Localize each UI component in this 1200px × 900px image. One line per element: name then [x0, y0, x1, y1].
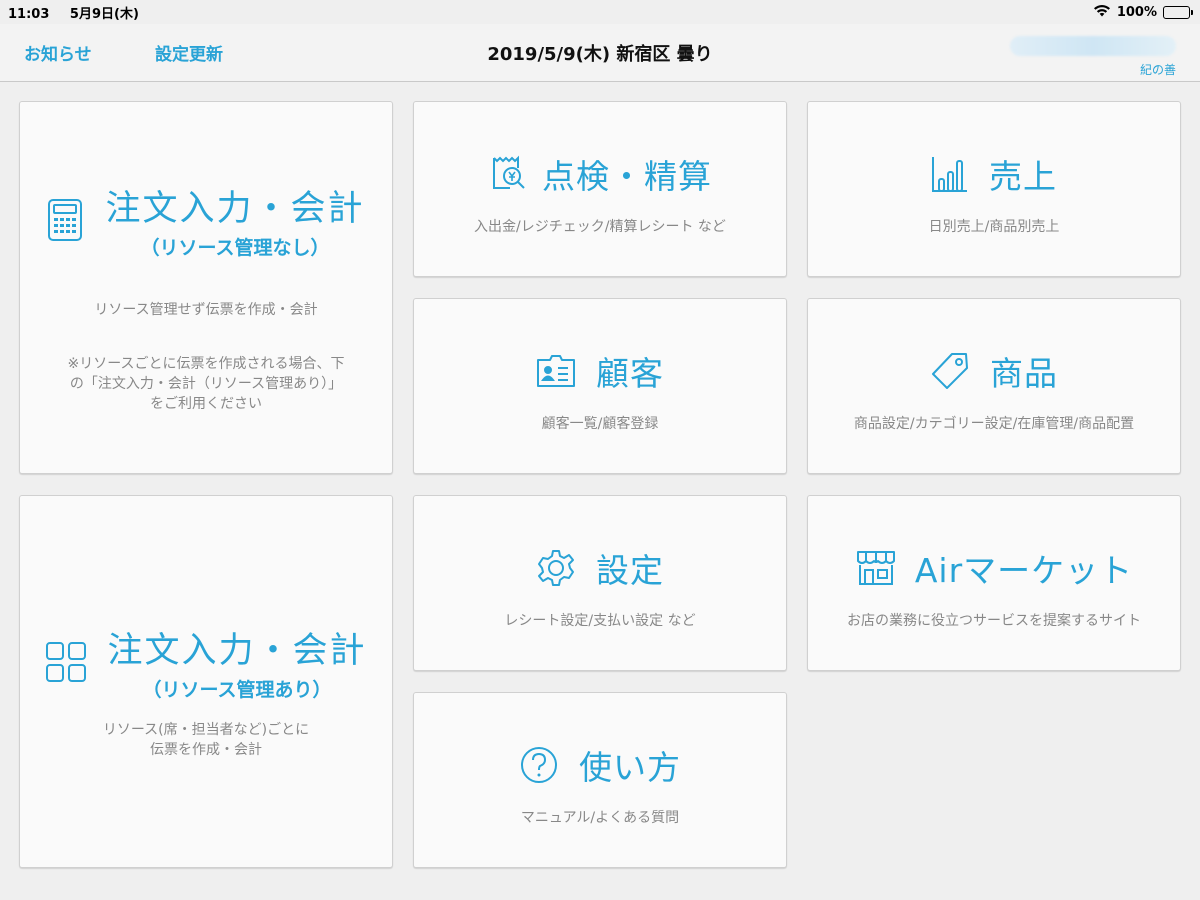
settings-desc: レシート設定/支払い設定 など — [504, 613, 696, 629]
order-no-resource-head: 注文入力・会計 （リソース管理なし） — [20, 180, 392, 260]
order-resource-tile[interactable]: 注文入力・会計 （リソース管理あり） リソース(席・担当者など)ごとに 伝票を作… — [19, 495, 393, 868]
help-tile[interactable]: 使い方 マニュアル/よくある質問 — [413, 692, 787, 868]
id-card-icon — [536, 354, 576, 388]
order-no-resource-desc: リソース管理せず伝票を作成・会計 — [94, 302, 318, 318]
receipt-yen-icon — [488, 154, 528, 194]
customer-desc: 顧客一覧/顧客登録 — [541, 416, 659, 432]
sales-tile[interactable]: 売上 日別売上/商品別売上 — [807, 101, 1181, 277]
calculator-icon — [47, 198, 83, 242]
help-head: 使い方 — [414, 741, 786, 789]
tag-icon — [930, 351, 970, 391]
status-right: 100% — [1093, 4, 1193, 21]
help-desc: マニュアル/よくある質問 — [520, 810, 680, 826]
sales-head: 売上 — [808, 150, 1180, 198]
product-head: 商品 — [808, 347, 1180, 395]
check-settle-tile[interactable]: 点検・精算 入出金/レジチェック/精算レシート など — [413, 101, 787, 277]
check-settle-head: 点検・精算 — [414, 150, 786, 198]
battery-icon — [1163, 5, 1193, 19]
gear-icon — [536, 548, 576, 588]
bar-chart-icon — [931, 155, 969, 193]
air-market-tile[interactable]: Airマーケット お店の業務に役立つサービスを提案するサイト — [807, 495, 1181, 671]
order-resource-head: 注文入力・会計 （リソース管理あり） — [20, 622, 392, 702]
wifi-icon — [1093, 4, 1111, 21]
air-market-title: Airマーケット — [914, 551, 1134, 590]
order-no-resource-titles: 注文入力・会計 （リソース管理なし） — [105, 180, 364, 260]
account-name-blurred — [1010, 36, 1176, 56]
order-no-resource-tile[interactable]: 注文入力・会計 （リソース管理なし） リソース管理せず伝票を作成・会計 ※リソー… — [19, 101, 393, 474]
order-no-resource-note-3: をご利用ください — [150, 396, 262, 412]
order-resource-titles: 注文入力・会計 （リソース管理あり） — [107, 622, 366, 702]
order-no-resource-note-2: の「注文入力・会計（リソース管理あり）」 — [69, 376, 343, 392]
update-settings-link[interactable]: 設定更新 — [155, 40, 223, 65]
battery-percent: 100% — [1116, 4, 1157, 20]
air-market-head: Airマーケット — [808, 544, 1180, 592]
product-desc: 商品設定/カテゴリー設定/在庫管理/商品配置 — [853, 416, 1135, 432]
customer-tile[interactable]: 顧客 顧客一覧/顧客登録 — [413, 298, 787, 474]
grid-icon — [45, 641, 87, 683]
order-no-resource-subtitle: （リソース管理なし） — [140, 237, 330, 259]
product-tile[interactable]: 商品 商品設定/カテゴリー設定/在庫管理/商品配置 — [807, 298, 1181, 474]
order-resource-title: 注文入力・会計 — [107, 631, 367, 671]
check-settle-desc: 入出金/レジチェック/精算レシート など — [474, 219, 726, 235]
customer-head: 顧客 — [414, 347, 786, 395]
customer-title: 顧客 — [596, 354, 664, 393]
question-icon — [519, 745, 559, 785]
order-resource-subtitle: （リソース管理あり） — [142, 679, 332, 701]
settings-head: 設定 — [414, 544, 786, 592]
product-title: 商品 — [990, 354, 1058, 393]
storefront-icon — [855, 549, 897, 587]
order-no-resource-title: 注文入力・会計 — [105, 189, 365, 229]
help-title: 使い方 — [579, 748, 681, 787]
status-left: 11:03 5月9日(木) — [8, 3, 155, 22]
check-settle-title: 点検・精算 — [542, 157, 712, 196]
store-name[interactable]: 紀の善 — [1140, 61, 1176, 78]
order-no-resource-note-1: ※リソースごとに伝票を作成される場合、下 — [67, 356, 345, 372]
order-resource-desc-2: 伝票を作成・会計 — [150, 742, 262, 758]
air-market-desc: お店の業務に役立つサービスを提案するサイト — [847, 613, 1141, 629]
settings-tile[interactable]: 設定 レシート設定/支払い設定 など — [413, 495, 787, 671]
status-bar: 11:03 5月9日(木) 100% — [0, 0, 1200, 24]
notice-link[interactable]: お知らせ — [24, 40, 92, 65]
settings-title: 設定 — [596, 551, 664, 590]
order-resource-desc-1: リソース(席・担当者など)ごとに — [102, 722, 310, 738]
sales-title: 売上 — [989, 157, 1057, 196]
status-date: 5月9日(木) — [69, 6, 139, 22]
nav-bar: お知らせ 設定更新 2019/5/9(木) 新宿区 曇り 紀の善 — [0, 24, 1200, 82]
status-time: 11:03 — [8, 6, 50, 22]
sales-desc: 日別売上/商品別売上 — [928, 219, 1060, 235]
